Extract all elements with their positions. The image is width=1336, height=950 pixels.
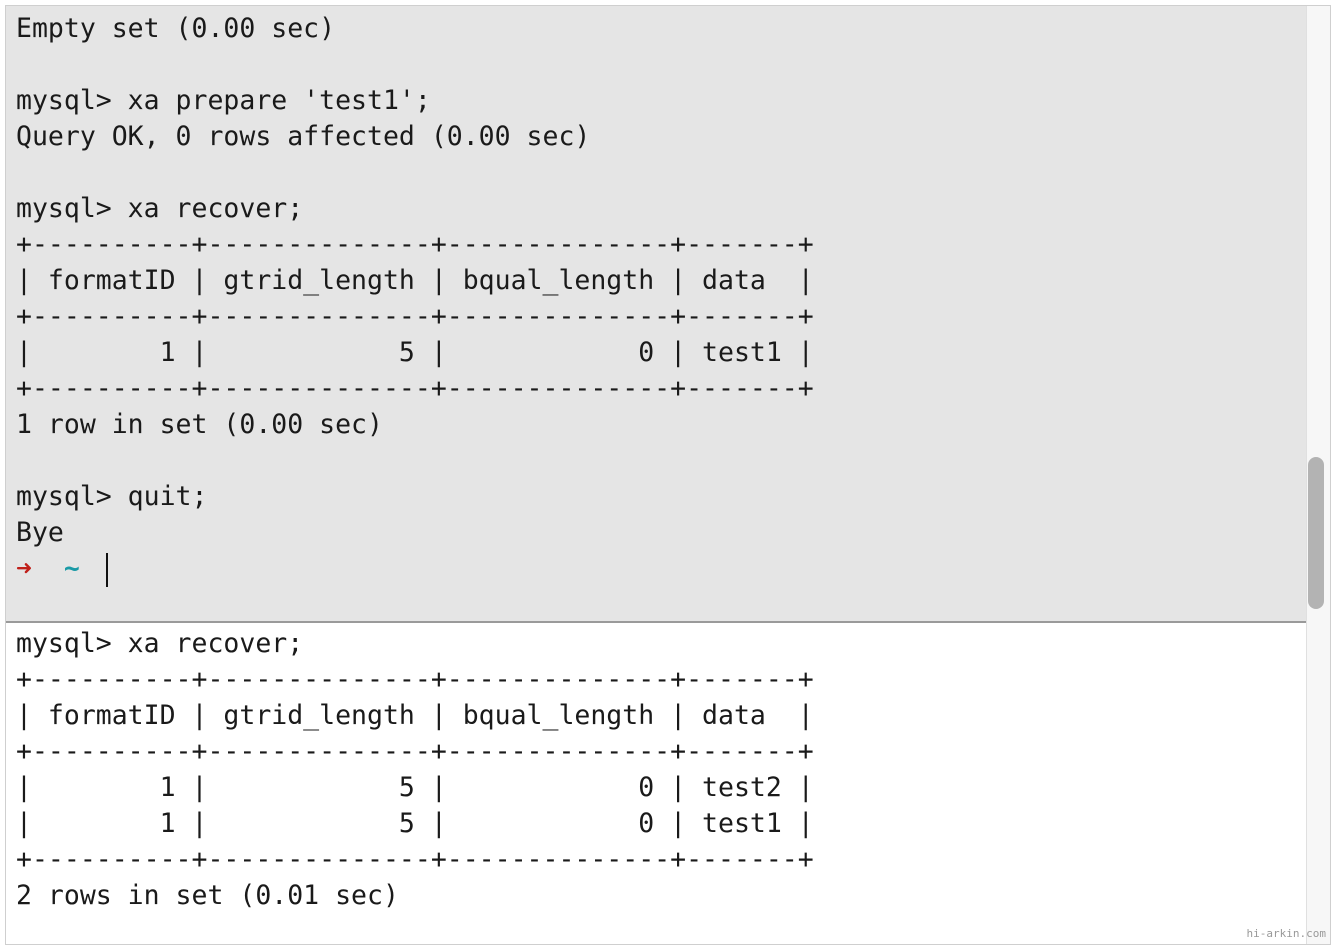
shell-prompt: ➜ ~ <box>16 551 814 587</box>
terminal-output-bottom: mysql> xa recover; +----------+----------… <box>16 626 814 914</box>
terminal-pane-bottom[interactable]: mysql> xa recover; +----------+----------… <box>6 623 1306 944</box>
terminal-window: Empty set (0.00 sec) mysql> xa prepare 't… <box>5 5 1331 945</box>
terminal-line: | 1 | 5 | 0 | test1 | <box>16 337 814 368</box>
terminal-line: Bye <box>16 517 64 548</box>
terminal-line: 2 rows in set (0.01 sec) <box>16 880 399 911</box>
terminal-line: +----------+--------------+-------------… <box>16 736 814 767</box>
terminal-line: | 1 | 5 | 0 | test2 | <box>16 772 814 803</box>
terminal-line: | formatID | gtrid_length | bqual_length… <box>16 265 814 296</box>
terminal-pane-top[interactable]: Empty set (0.00 sec) mysql> xa prepare 't… <box>6 6 1306 621</box>
terminal-line: 1 row in set (0.00 sec) <box>16 409 383 440</box>
terminal-line: mysql> xa prepare 'test1'; <box>16 85 431 116</box>
terminal-line: +----------+--------------+-------------… <box>16 844 814 875</box>
prompt-directory: ~ <box>63 553 80 584</box>
terminal-line: mysql> quit; <box>16 481 208 512</box>
terminal-line: +----------+--------------+-------------… <box>16 664 814 695</box>
terminal-line: +----------+--------------+-------------… <box>16 301 814 332</box>
terminal-line: | 1 | 5 | 0 | test1 | <box>16 808 814 839</box>
terminal-line: | formatID | gtrid_length | bqual_length… <box>16 700 814 731</box>
scrollbar-thumb[interactable] <box>1308 457 1324 609</box>
terminal-line: +----------+--------------+-------------… <box>16 373 814 404</box>
terminal-line: mysql> xa recover; <box>16 193 304 224</box>
terminal-line: mysql> xa recover; <box>16 628 304 659</box>
terminal-line: Query OK, 0 rows affected (0.00 sec) <box>16 121 591 152</box>
terminal-line: Empty set (0.00 sec) <box>16 13 336 44</box>
text-cursor <box>105 552 108 587</box>
terminal-output-top: Empty set (0.00 sec) mysql> xa prepare 't… <box>16 11 814 587</box>
terminal-line: +----------+--------------+-------------… <box>16 229 814 260</box>
prompt-arrow-icon: ➜ <box>16 553 32 584</box>
watermark: hi-arkin.com <box>1246 927 1326 940</box>
